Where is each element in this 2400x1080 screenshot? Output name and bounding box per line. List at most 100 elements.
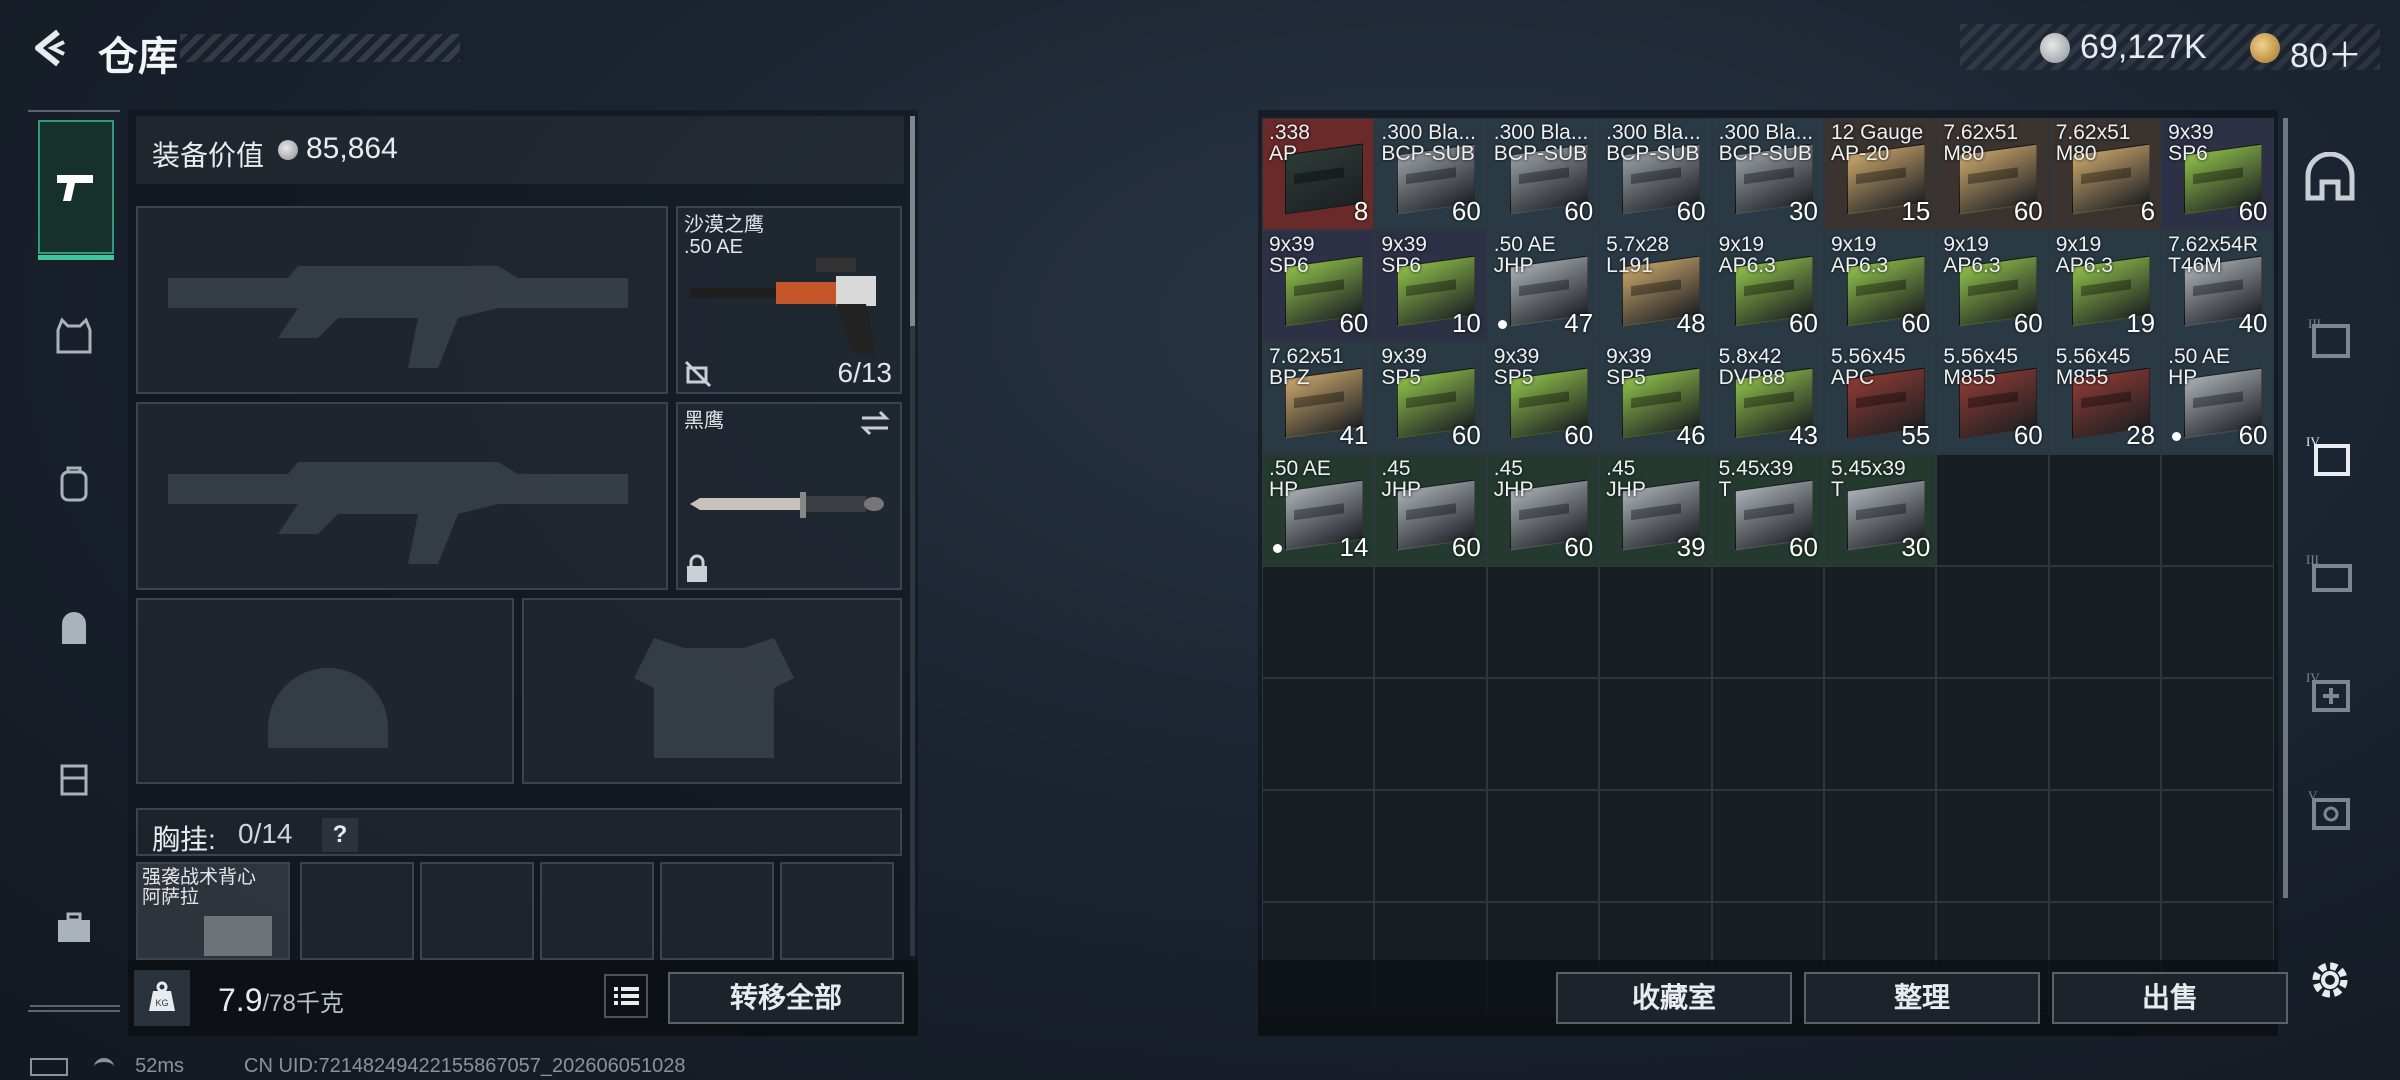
inventory-item[interactable]: 7.62x54R T46M 40: [2161, 230, 2274, 342]
tab-vest[interactable]: [38, 300, 110, 372]
inventory-item[interactable]: .45 JHP 39: [1599, 454, 1712, 566]
inventory-item[interactable]: .300 Bla... BCP-SUB 60: [1486, 118, 1600, 230]
empty-slot[interactable]: [1711, 566, 1824, 678]
inventory-item[interactable]: 9x39 SP5 60: [1374, 342, 1487, 454]
inventory-item[interactable]: 5.45x39 T 30: [1823, 454, 1937, 566]
collection-room-button[interactable]: 收藏室: [1556, 972, 1792, 1024]
inventory-item[interactable]: 12 Gauge AP-20 15: [1823, 118, 1937, 230]
empty-slot[interactable]: [1711, 790, 1824, 902]
inventory-item[interactable]: 5.56x45 M855 28: [2048, 342, 2162, 454]
empty-slot[interactable]: [1486, 566, 1600, 678]
back-arrow-icon[interactable]: [28, 26, 72, 70]
inventory-item[interactable]: 9x39 SP5 46: [1599, 342, 1712, 454]
empty-slot[interactable]: [1374, 566, 1487, 678]
inventory-item[interactable]: 5.56x45 APC 55: [1823, 342, 1937, 454]
silver-amount[interactable]: 69,127K: [2080, 28, 2207, 67]
empty-slot[interactable]: [1711, 678, 1824, 790]
primary-weapon-slot[interactable]: [136, 206, 668, 394]
tab-case[interactable]: [38, 742, 110, 814]
inventory-item[interactable]: 9x19 AP6.3 60: [1711, 230, 1824, 342]
empty-slot[interactable]: [1262, 790, 1375, 902]
inventory-item[interactable]: 5.8x42 DVP88 43: [1711, 342, 1824, 454]
scrollbar-thumb[interactable]: [910, 116, 915, 326]
storage-tab-medical[interactable]: IV: [2302, 664, 2358, 720]
empty-slot[interactable]: [2161, 454, 2274, 566]
empty-slot[interactable]: [2048, 566, 2162, 678]
empty-slot[interactable]: [2048, 454, 2162, 566]
empty-slot[interactable]: [2048, 790, 2162, 902]
empty-slot[interactable]: [1936, 678, 2049, 790]
storage-tab-3[interactable]: III: [2302, 310, 2358, 366]
vest-item[interactable]: 强袭战术背心 阿萨拉: [136, 862, 290, 960]
tab-pouch[interactable]: [38, 594, 110, 666]
pistol-slot[interactable]: 沙漠之鹰 .50 AE 6/13: [676, 206, 902, 394]
warehouse-tab[interactable]: [2302, 150, 2358, 206]
inventory-item[interactable]: 5.7x28 L191 48: [1599, 230, 1712, 342]
inventory-item[interactable]: .45 JHP 60: [1486, 454, 1600, 566]
secondary-weapon-slot[interactable]: [136, 402, 668, 590]
empty-slot[interactable]: [1823, 678, 1937, 790]
sell-button[interactable]: 出售: [2052, 972, 2288, 1024]
tab-weapons[interactable]: [38, 120, 114, 260]
gold-amount[interactable]: 80＋: [2290, 28, 2362, 77]
transfer-all-button[interactable]: 转移全部: [668, 972, 904, 1024]
helmet-slot[interactable]: [136, 598, 514, 784]
help-button[interactable]: ?: [322, 818, 358, 852]
empty-slot[interactable]: [1262, 566, 1375, 678]
empty-slot[interactable]: [1486, 678, 1600, 790]
inventory-item[interactable]: 9x19 AP6.3 19: [2048, 230, 2162, 342]
inventory-item[interactable]: 5.45x39 T 60: [1711, 454, 1824, 566]
empty-slot[interactable]: [1823, 566, 1937, 678]
empty-slot[interactable]: [1936, 454, 2049, 566]
empty-slot[interactable]: [2161, 678, 2274, 790]
empty-slot[interactable]: [2161, 566, 2274, 678]
empty-slot[interactable]: [1374, 678, 1487, 790]
armor-slot[interactable]: [522, 598, 902, 784]
empty-slot[interactable]: [1599, 566, 1712, 678]
inventory-item[interactable]: .300 Bla... BCP-SUB 30: [1711, 118, 1824, 230]
inventory-item[interactable]: .50 AE HP 60: [2161, 342, 2274, 454]
inventory-item[interactable]: 9x39 SP6 60: [2161, 118, 2274, 230]
storage-tab-5[interactable]: V: [2302, 782, 2358, 838]
empty-slot[interactable]: [1936, 790, 2049, 902]
empty-slot[interactable]: [2048, 678, 2162, 790]
rig-slot[interactable]: [780, 862, 894, 960]
tab-toolbox[interactable]: [38, 892, 110, 964]
inventory-item[interactable]: .300 Bla... BCP-SUB 60: [1374, 118, 1487, 230]
inventory-item[interactable]: 9x39 SP6 10: [1374, 230, 1487, 342]
empty-slot[interactable]: [1599, 790, 1712, 902]
inventory-item[interactable]: 9x39 SP5 60: [1486, 342, 1600, 454]
inventory-item[interactable]: 7.62x51 M80 60: [1936, 118, 2049, 230]
inventory-item[interactable]: 7.62x51 M80 6: [2048, 118, 2162, 230]
melee-slot[interactable]: 黑鹰: [676, 402, 902, 590]
inventory-item[interactable]: .338 AP 8: [1262, 118, 1375, 230]
empty-slot[interactable]: [2161, 790, 2274, 902]
sort-button[interactable]: 整理: [1804, 972, 2040, 1024]
empty-slot[interactable]: [1486, 790, 1600, 902]
list-view-button[interactable]: [604, 974, 648, 1018]
inventory-item[interactable]: .300 Bla... BCP-SUB 60: [1599, 118, 1712, 230]
inventory-item[interactable]: 9x19 AP6.3 60: [1936, 230, 2049, 342]
empty-slot[interactable]: [1936, 566, 2049, 678]
settings-button[interactable]: [2302, 952, 2358, 1008]
tab-backpack[interactable]: [38, 448, 110, 520]
empty-slot[interactable]: [1262, 678, 1375, 790]
swap-icon[interactable]: [858, 410, 892, 436]
inventory-item[interactable]: 9x39 SP6 60: [1262, 230, 1375, 342]
rig-slot[interactable]: [660, 862, 774, 960]
empty-slot[interactable]: [1374, 790, 1487, 902]
inventory-item[interactable]: 7.62x51 BPZ 41: [1262, 342, 1375, 454]
inventory-item[interactable]: 5.56x45 M855 60: [1936, 342, 2049, 454]
empty-slot[interactable]: [1599, 678, 1712, 790]
rig-slot[interactable]: [540, 862, 654, 960]
inventory-item[interactable]: 9x19 AP6.3 60: [1823, 230, 1937, 342]
inventory-scrollbar[interactable]: [2283, 118, 2288, 898]
inventory-item[interactable]: .50 AE HP 14: [1262, 454, 1375, 566]
inventory-item[interactable]: .45 JHP 60: [1374, 454, 1487, 566]
rig-slot[interactable]: [300, 862, 414, 960]
storage-tab-4-active[interactable]: IV: [2302, 428, 2358, 484]
empty-slot[interactable]: [1823, 790, 1937, 902]
storage-tab-3b[interactable]: III: [2302, 546, 2358, 602]
inventory-item[interactable]: .50 AE JHP 47: [1486, 230, 1600, 342]
rig-slot[interactable]: [420, 862, 534, 960]
